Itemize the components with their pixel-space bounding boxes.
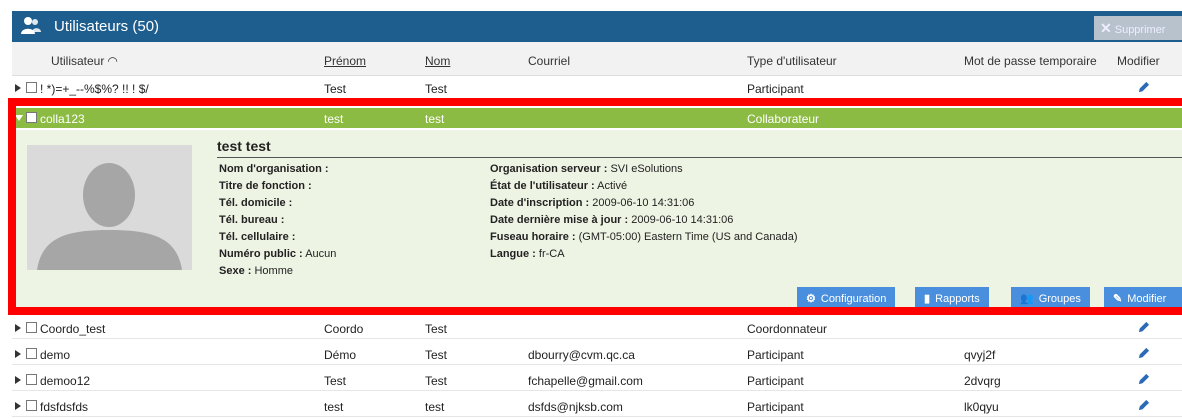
cell-user: Coordo_test: [40, 322, 106, 336]
cell-user-type: Participant: [747, 374, 804, 388]
cell-user: demoo12: [40, 374, 91, 388]
configuration-button-label: Configuration: [820, 293, 887, 305]
detail-field-job-title: Titre de fonction :: [219, 180, 312, 192]
expand-arrow-icon[interactable]: [15, 84, 21, 92]
gear-icon: ⚙: [806, 293, 816, 305]
cell-last-name: Test: [425, 348, 448, 362]
detail-user-name: test test: [217, 138, 271, 154]
row-checkbox[interactable]: [26, 112, 37, 123]
cell-email: dbourry@cvm.qc.ca: [528, 348, 635, 362]
pencil-icon[interactable]: [1137, 321, 1150, 334]
reports-button[interactable]: ▮ Rapports: [915, 287, 989, 311]
panel-title: Utilisateurs (50): [54, 18, 160, 35]
user-detail-panel: test test Nom d'organisation : Titre de …: [12, 130, 1182, 311]
close-icon: ✕: [1100, 20, 1112, 36]
cell-user: ! *)=+_--%$%? !! ! $/: [40, 82, 149, 96]
column-header-last-name[interactable]: Nom: [425, 54, 450, 68]
column-header-user-type[interactable]: Type d'utilisateur: [747, 54, 837, 68]
pencil-icon[interactable]: [1137, 347, 1150, 360]
cell-first-name: Coordo: [324, 322, 364, 336]
row-checkbox[interactable]: [26, 82, 37, 93]
cell-temp-password: lk0qyu: [964, 400, 999, 414]
expand-arrow-icon[interactable]: [15, 376, 21, 384]
detail-field-office-phone: Tél. bureau :: [219, 214, 285, 226]
groups-button[interactable]: 👥 Groupes: [1011, 287, 1090, 311]
row-checkbox[interactable]: [26, 348, 37, 359]
report-icon: ▮: [924, 293, 931, 305]
cell-temp-password: 2dvqrg: [964, 374, 1001, 388]
column-header-first-name[interactable]: Prénom: [324, 54, 366, 68]
detail-field-home-phone: Tél. domicile :: [219, 197, 293, 209]
delete-button[interactable]: ✕ Supprimer: [1094, 16, 1182, 40]
table-row[interactable]: fdsfdsfds test test dsfds@njksb.com Part…: [12, 396, 1182, 417]
cell-user-type: Participant: [747, 82, 804, 96]
column-header-user-label: Utilisateur: [51, 54, 105, 68]
cell-last-name: test: [425, 112, 445, 126]
column-header-email[interactable]: Courriel: [528, 54, 570, 68]
table-row-selected[interactable]: colla123 test test Collaborateur: [12, 108, 1182, 128]
users-panel-header: Utilisateurs (50) ✕ Supprimer: [12, 11, 1182, 42]
cell-user-type: Participant: [747, 348, 804, 362]
table-row[interactable]: ! *)=+_--%$%? !! ! $/ Test Test Particip…: [12, 78, 1182, 99]
cell-last-name: Test: [425, 374, 448, 388]
cell-user: colla123: [40, 112, 85, 126]
detail-field-language: Langue : fr-CA: [490, 248, 565, 260]
table-header: Utilisateur ◠ Prénom Nom Courriel Type d'…: [12, 42, 1182, 76]
cell-first-name: test: [324, 112, 344, 126]
expand-arrow-icon[interactable]: [15, 324, 21, 332]
cell-email: dsfds@njksb.com: [528, 400, 623, 414]
column-header-user[interactable]: Utilisateur ◠: [51, 54, 118, 68]
expand-arrow-icon[interactable]: [15, 350, 21, 358]
table-row[interactable]: demoo12 Test Test fchapelle@gmail.com Pa…: [12, 370, 1182, 391]
row-checkbox[interactable]: [26, 400, 37, 411]
expand-arrow-icon[interactable]: [15, 402, 21, 410]
cell-user: fdsfdsfds: [40, 400, 89, 414]
cell-temp-password: qvyj2f: [964, 348, 996, 362]
row-checkbox[interactable]: [26, 322, 37, 333]
detail-field-registration-date: Date d'inscription : 2009-06-10 14:31:06: [490, 197, 695, 209]
cell-user: demo: [40, 348, 71, 362]
pencil-icon[interactable]: [1137, 373, 1150, 386]
detail-field-public-number: Numéro public : Aucun: [219, 248, 337, 260]
detail-field-cell-phone: Tél. cellulaire :: [219, 231, 296, 243]
cell-first-name: test: [324, 400, 344, 414]
cell-last-name: test: [425, 400, 445, 414]
cell-last-name: Test: [425, 322, 448, 336]
reports-button-label: Rapports: [935, 293, 980, 305]
users-icon: [21, 17, 41, 34]
modify-button-label: Modifier: [1127, 293, 1167, 305]
detail-field-gender: Sexe : Homme: [219, 265, 293, 277]
cell-email: fchapelle@gmail.com: [528, 374, 643, 388]
detail-field-organization: Nom d'organisation :: [219, 163, 329, 175]
pencil-icon[interactable]: [1137, 81, 1150, 94]
row-checkbox[interactable]: [26, 374, 37, 385]
cell-first-name: Test: [324, 82, 347, 96]
cell-last-name: Test: [425, 82, 448, 96]
sort-icon: ◠: [107, 54, 118, 68]
modify-button[interactable]: ✎ Modifier: [1104, 287, 1182, 311]
cell-user-type: Coordonnateur: [747, 322, 828, 336]
configuration-button[interactable]: ⚙ Configuration: [797, 287, 896, 311]
detail-field-last-update: Date dernière mise à jour : 2009-06-10 1…: [490, 214, 734, 226]
group-icon: 👥: [1020, 293, 1034, 305]
cell-first-name: Démo: [324, 348, 357, 362]
cell-user-type: Participant: [747, 400, 804, 414]
cell-first-name: Test: [324, 374, 347, 388]
column-header-edit: Modifier: [1117, 54, 1160, 68]
cell-user-type: Collaborateur: [747, 112, 820, 126]
detail-field-time-zone: Fuseau horaire : (GMT-05:00) Eastern Tim…: [490, 231, 798, 243]
column-header-temp-password[interactable]: Mot de passe temporaire: [964, 54, 1097, 68]
pencil-icon[interactable]: [1137, 399, 1150, 412]
delete-button-label: Supprimer: [1114, 24, 1166, 36]
detail-field-server-organization: Organisation serveur : SVI eSolutions: [490, 163, 683, 175]
groups-button-label: Groupes: [1038, 293, 1081, 305]
default-avatar-icon: [27, 145, 192, 270]
avatar: [27, 145, 192, 270]
detail-divider: [217, 157, 1182, 158]
pencil-icon: ✎: [1113, 293, 1123, 305]
table-row[interactable]: demo Démo Test dbourry@cvm.qc.ca Partici…: [12, 344, 1182, 365]
table-row[interactable]: Coordo_test Coordo Test Coordonnateur: [12, 318, 1182, 339]
detail-field-user-status: État de l'utilisateur : Activé: [490, 180, 628, 192]
collapse-arrow-icon[interactable]: [15, 115, 23, 121]
